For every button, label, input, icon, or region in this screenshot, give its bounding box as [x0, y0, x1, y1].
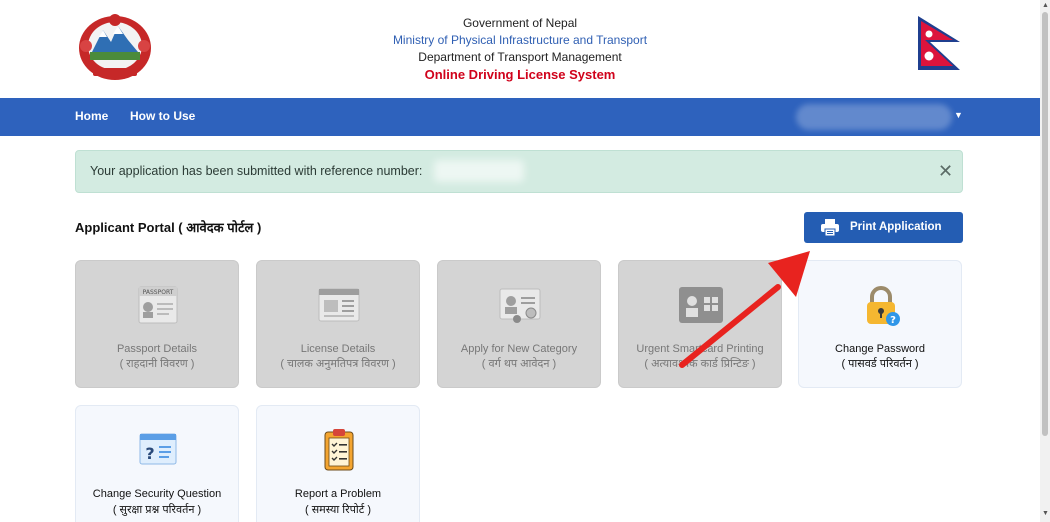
vertical-scrollbar[interactable]: ▲ ▼	[1040, 0, 1050, 522]
card-title: Passport Details	[116, 343, 198, 355]
card-title: License Details	[300, 343, 376, 355]
card-passport-details: PASSPORT Passport Details ( राहदानी विवर…	[75, 260, 239, 388]
card-title: Change Password	[835, 343, 925, 355]
svg-text:PASSPORT: PASSPORT	[143, 289, 174, 296]
svg-text:?: ?	[890, 315, 896, 326]
card-subtitle: ( समस्या रिपोर्ट )	[304, 504, 371, 516]
header-system-name: Online Driving License System	[424, 67, 616, 82]
main-navbar: Home How to Use ▼	[0, 98, 1040, 136]
chevron-down-icon[interactable]: ▼	[954, 110, 963, 120]
svg-text:?: ?	[145, 444, 154, 463]
license-icon	[318, 288, 360, 322]
print-application-button[interactable]: Print Application	[804, 212, 963, 243]
card-title: Urgent Smartcard Printing	[636, 343, 764, 355]
success-alert: Your application has been submitted with…	[75, 150, 963, 193]
card-subtitle: ( चालक अनुमतिपत्र विवरण )	[280, 358, 396, 370]
card-title: Change Security Question	[92, 488, 222, 500]
smartcard-icon	[679, 287, 723, 323]
card-title: Report a Problem	[294, 488, 382, 500]
print-button-label: Print Application	[850, 221, 942, 233]
passport-icon: PASSPORT	[138, 286, 178, 324]
scroll-up-icon[interactable]: ▲	[1042, 2, 1049, 9]
card-subtitle: ( सुरक्षा प्रश्न परिवर्तन )	[112, 504, 202, 516]
card-change-security-question[interactable]: ? Change Security Question ( सुरक्षा प्र…	[75, 405, 239, 522]
header-government: Government of Nepal	[462, 16, 578, 30]
scroll-down-icon[interactable]: ▼	[1042, 510, 1049, 517]
header-titles: Government of Nepal Ministry of Physical…	[300, 15, 740, 84]
card-subtitle: ( पासवर्ड परिवर्तन )	[841, 358, 919, 370]
user-menu-blurred[interactable]	[796, 104, 952, 130]
security-question-icon: ?	[139, 433, 177, 465]
site-header: Government of Nepal Ministry of Physical…	[0, 0, 1040, 98]
card-subtitle: ( अत्यावश्यक कार्ड प्रिन्टिङ )	[644, 358, 756, 370]
card-urgent-smartcard-printing: Urgent Smartcard Printing ( अत्यावश्यक क…	[618, 260, 782, 388]
card-subtitle: ( राहदानी विवरण )	[119, 358, 195, 370]
printer-icon	[821, 219, 839, 236]
nepal-flag-icon	[918, 16, 960, 70]
lock-icon: ?	[867, 286, 900, 326]
nepal-emblem-icon	[79, 14, 151, 80]
header-ministry: Ministry of Physical Infrastructure and …	[392, 33, 648, 47]
nav-home[interactable]: Home	[75, 109, 108, 123]
alert-message: Your application has been submitted with…	[90, 164, 423, 178]
card-change-password[interactable]: ? Change Password ( पासवर्ड परिवर्तन )	[798, 260, 962, 388]
card-subtitle: ( वर्ग थप आवेदन )	[481, 358, 557, 370]
new-category-icon	[499, 288, 541, 323]
page-title: Applicant Portal ( आवेदक पोर्टल )	[75, 220, 262, 235]
card-title: Apply for New Category	[460, 343, 578, 355]
header-department: Department of Transport Management	[418, 50, 622, 64]
card-report-a-problem[interactable]: Report a Problem ( समस्या रिपोर्ट )	[256, 405, 420, 522]
card-apply-new-category: Apply for New Category ( वर्ग थप आवेदन )	[437, 260, 601, 388]
reference-number-blurred	[434, 160, 524, 182]
clipboard-icon	[324, 429, 354, 471]
card-license-details: License Details ( चालक अनुमतिपत्र विवरण …	[256, 260, 420, 388]
nav-how-to-use[interactable]: How to Use	[130, 109, 195, 123]
close-icon[interactable]: ✕	[938, 161, 953, 181]
scrollbar-thumb[interactable]	[1042, 12, 1048, 436]
